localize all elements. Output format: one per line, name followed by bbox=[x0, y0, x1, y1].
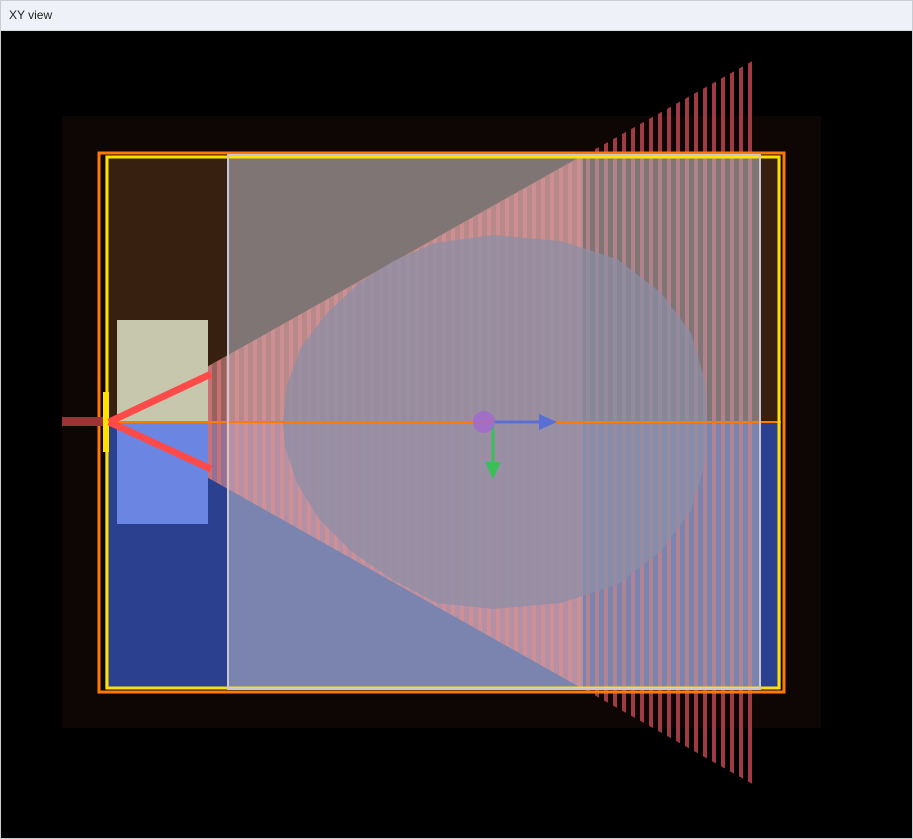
window-title: XY view bbox=[9, 8, 53, 22]
light-box-object bbox=[117, 320, 208, 422]
xy-view-window: XY view bbox=[0, 0, 913, 839]
xy-viewport[interactable] bbox=[1, 31, 912, 838]
gizmo-origin-icon[interactable] bbox=[473, 411, 495, 433]
title-bar[interactable]: XY view bbox=[1, 1, 912, 31]
blue-box-object bbox=[117, 422, 208, 524]
scene-canvas[interactable] bbox=[1, 31, 912, 838]
